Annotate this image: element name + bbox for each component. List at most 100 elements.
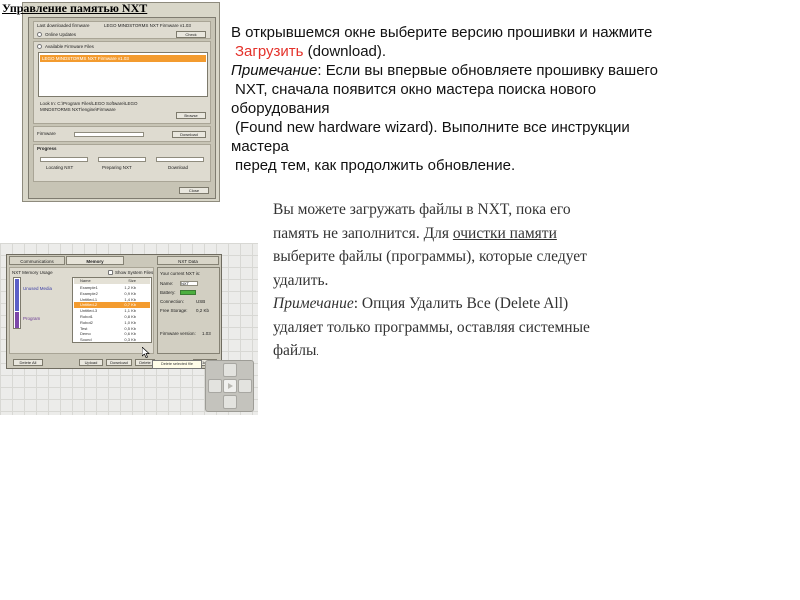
show-system-files-checkbox[interactable]	[108, 270, 113, 275]
available-files-radio[interactable]	[37, 44, 42, 49]
step-locating-label: Locating NXT	[46, 165, 74, 170]
available-firmware-panel: Available Firmware Files LEGO MINDSTORMS…	[33, 41, 211, 124]
nxt-data-panel: Your current NXT is: Name: NXT Battery: …	[157, 267, 220, 354]
para2-line4: удалить.	[273, 271, 329, 289]
usage-segment-program	[15, 312, 19, 328]
para1-line1: В открывшемся окне выберите версию проши…	[231, 24, 653, 41]
tab-memory[interactable]: Memory	[66, 256, 124, 265]
memory-panel: NXT Memory Usage Unused Media Program Sh…	[9, 267, 154, 354]
free-storage-label: Free Storage:	[160, 308, 188, 313]
firmware-file-list[interactable]: LEGO MINDSTORMS NXT Firmware v1.03	[38, 52, 208, 97]
mouse-cursor-icon	[142, 347, 150, 358]
clear-memory-link[interactable]: очистки памяти	[453, 225, 557, 242]
para1-line5: оборудования	[231, 100, 330, 117]
note-label-1: Примечание	[231, 62, 318, 79]
look-in-path: Look In: C:\Program Files\LEGO Software\…	[40, 101, 138, 112]
name-label: Name:	[160, 281, 174, 286]
para2-line5: Примечание: Опция Удалить Все (Delete Al…	[273, 292, 753, 316]
firmware-version-value: 1.03	[202, 331, 211, 336]
battery-indicator	[180, 290, 196, 295]
selected-firmware-row[interactable]: LEGO MINDSTORMS NXT Firmware v1.03	[40, 55, 206, 62]
para1-line8: перед тем, как продолжить обновление.	[235, 157, 516, 174]
step-download-label: Download	[168, 165, 189, 170]
para2-line7: файлы.	[273, 339, 753, 365]
step-preparing-label: Preparing NXT	[102, 165, 132, 170]
browse-button[interactable]: Browse	[176, 112, 206, 119]
para1-line6: (Found new hardware wizard). Выполните в…	[231, 118, 791, 137]
para2-line1: Вы можете загружать файлы в NXT, пока ег…	[273, 201, 571, 218]
firmware-close-button[interactable]: Close	[179, 187, 209, 194]
column-header-size: Size	[128, 278, 136, 283]
para2-line3: выберите файлы (программы), которые след…	[273, 248, 587, 265]
pad-down-button[interactable]	[223, 395, 237, 409]
file-list-item[interactable]: Sound 0,3 Kb	[74, 337, 150, 343]
connection-value: USB	[196, 299, 206, 304]
show-system-files-label: Show System Files	[115, 270, 154, 275]
delete-all-button[interactable]: Delete All	[13, 359, 43, 366]
tab-communications[interactable]: Communications	[9, 256, 65, 265]
column-header-name: Name	[80, 278, 91, 283]
para1-line6a: (Found new hardware wizard)	[235, 119, 434, 136]
memory-download-button[interactable]: Download	[106, 359, 132, 366]
progress-panel: Progress Locating NXT Preparing NXT Down…	[33, 144, 211, 182]
file-name: Sound	[80, 337, 92, 343]
para2-line2-text: память не заполнится. Для	[273, 224, 453, 242]
play-icon	[228, 383, 233, 389]
firmware-update-window: Last downloaded firmware LEGO MINDSTORMS…	[28, 17, 216, 199]
memory-instructions: Вы можете загружать файлы в NXT, пока ег…	[273, 198, 753, 365]
upload-button[interactable]: Upload	[79, 359, 103, 366]
firmware-instructions: В открывшемся окне выберите версию проши…	[231, 23, 791, 175]
usage-legend-unused: Unused Media	[23, 286, 53, 291]
nxt-name-field[interactable]: NXT	[180, 281, 198, 286]
para2-line7-text: файлы	[273, 342, 317, 359]
last-firmware-version: LEGO MINDSTORMS NXT Firmware v1.03	[104, 23, 191, 28]
pad-center-button[interactable]	[223, 379, 237, 393]
para2-line2: память не заполнится. Для очистки памяти	[273, 222, 753, 246]
pad-left-button[interactable]	[208, 379, 222, 393]
para1-line2: Загрузить (download).	[231, 42, 791, 61]
pad-up-button[interactable]	[223, 363, 237, 377]
para2-line5-rest: : Опция Удалить Все (Delete All)	[353, 295, 569, 312]
file-list-header: Name Size	[74, 278, 150, 284]
selected-firmware-name: LEGO MINDSTORMS NXT Firmware v1.03	[42, 56, 129, 61]
firmware-update-screenshot: Last downloaded firmware LEGO MINDSTORMS…	[22, 2, 220, 202]
para1-line3-rest: : Если вы впервые обновляете прошивку ва…	[317, 62, 659, 79]
firmware-version-label: Firmware version:	[160, 331, 196, 336]
locating-progress-bar	[40, 157, 88, 162]
usage-segment-unused	[15, 279, 19, 311]
download-word: Загрузить	[235, 43, 304, 60]
available-files-label: Available Firmware Files	[45, 44, 94, 49]
para2-line7-end: .	[316, 347, 319, 357]
slide-title: Управление памятью NXT	[2, 1, 148, 15]
firmware-label: Firmware	[37, 131, 56, 136]
delete-tooltip: Delete selected file	[152, 360, 202, 369]
battery-label: Battery:	[160, 290, 176, 295]
download-button[interactable]: Download	[172, 131, 206, 138]
memory-usage-bar	[13, 277, 21, 329]
online-updates-label: Online Updates	[45, 32, 77, 37]
usage-legend-program: Program	[23, 316, 41, 321]
nxt-controller-pad	[205, 360, 254, 412]
connection-label: Connection:	[160, 299, 185, 304]
firmware-field	[74, 132, 144, 137]
memory-management-screenshot: Communications Memory NXT Data NXT Memor…	[0, 243, 258, 415]
file-size: 0,3 Kb	[124, 337, 136, 343]
file-list[interactable]: Name Size Example1 1,2 Kb Example2 0,9 Kb Un…	[72, 277, 152, 343]
online-updates-radio[interactable]	[37, 32, 42, 37]
para1-line7: мастера	[231, 138, 289, 155]
free-storage-value: 0,2 Kb	[196, 308, 210, 313]
para1-line6b: . Выполните все инструкции	[433, 119, 630, 136]
nxt-data-tab: NXT Data	[157, 256, 219, 265]
para1-line4: NXT, сначала появится окно мастера поиск…	[235, 81, 597, 98]
firmware-download-panel: Firmware Download	[33, 126, 211, 142]
note-label-2: Примечание	[273, 295, 354, 312]
download-suffix: (download).	[303, 43, 387, 60]
memory-usage-label: NXT Memory Usage	[12, 270, 53, 275]
nxt-window: Communications Memory NXT Data NXT Memor…	[6, 254, 222, 369]
para1-line3: Примечание: Если вы впервые обновляете п…	[231, 61, 791, 80]
progress-label: Progress	[37, 146, 57, 151]
preparing-progress-bar	[98, 157, 146, 162]
check-button[interactable]: Check	[176, 31, 206, 38]
last-firmware-panel: Last downloaded firmware LEGO MINDSTORMS…	[33, 21, 211, 39]
pad-right-button[interactable]	[238, 379, 252, 393]
